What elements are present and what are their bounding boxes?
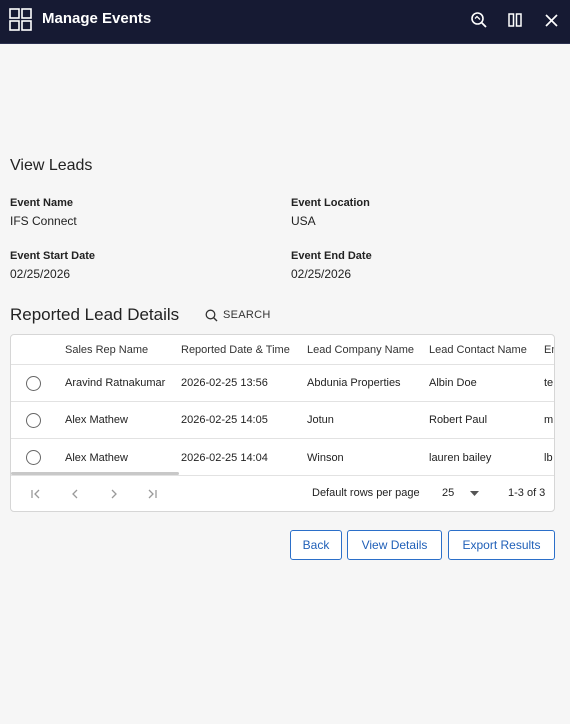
column-header-email[interactable]: Em	[544, 335, 554, 364]
event-end-label: Event End Date	[291, 250, 372, 262]
table-header-row: Sales Rep Name Reported Date & Time Lead…	[11, 335, 554, 365]
leads-table-body[interactable]: Sales Rep Name Reported Date & Time Lead…	[11, 335, 554, 475]
cell-email: te	[544, 377, 554, 389]
event-name-value: IFS Connect	[10, 214, 77, 228]
row-select-radio[interactable]	[26, 412, 41, 428]
cell-sales-rep: Alex Mathew	[65, 414, 128, 426]
rows-per-page-select[interactable]: 25	[442, 487, 454, 499]
row-select-radio[interactable]	[26, 375, 41, 391]
last-page-button[interactable]	[144, 486, 160, 502]
cell-email: lb	[544, 451, 553, 464]
window-title: Manage Events	[42, 10, 152, 27]
view-leads-title: View Leads	[10, 157, 93, 174]
cell-reported-date: 2026-02-25 14:04	[181, 451, 268, 464]
caret-down-icon[interactable]	[470, 491, 479, 497]
table-row[interactable]: Alex Mathew 2026-02-25 14:04 Winson laur…	[11, 439, 554, 475]
prev-page-icon	[72, 489, 78, 499]
rows-per-page-label: Default rows per page	[312, 487, 420, 499]
cell-reported-date: 2026-02-25 14:05	[181, 414, 268, 426]
table-row[interactable]: Alex Mathew 2026-02-25 14:05 Jotun Rober…	[11, 402, 554, 439]
cell-lead-contact: lauren bailey	[429, 451, 492, 464]
cell-reported-date: 2026-02-25 13:56	[181, 377, 268, 389]
search-button[interactable]: SEARCH	[205, 307, 271, 323]
cell-lead-contact: Albin Doe	[429, 377, 477, 389]
column-header-sales-rep[interactable]: Sales Rep Name	[65, 335, 148, 364]
table-row[interactable]: Aravind Ratnakumar 2026-02-25 13:56 Abdu…	[11, 365, 554, 402]
zoom-inspect-icon	[471, 12, 487, 28]
last-page-icon	[148, 489, 157, 499]
close-icon	[544, 13, 558, 27]
cell-sales-rep: Alex Mathew	[65, 451, 128, 464]
event-location-label: Event Location	[291, 197, 370, 209]
cell-lead-company: Winson	[307, 451, 344, 464]
cell-lead-company: Jotun	[307, 414, 334, 426]
title-bar: Manage Events	[0, 0, 570, 44]
search-label: SEARCH	[223, 309, 271, 321]
cell-lead-contact: Robert Paul	[429, 414, 488, 426]
page-range: 1-3 of 3	[508, 487, 546, 499]
next-page-button[interactable]	[106, 486, 122, 502]
event-name-label: Event Name	[10, 197, 73, 209]
next-page-icon	[111, 489, 117, 499]
row-select-radio[interactable]	[26, 450, 41, 465]
view-details-button[interactable]: View Details	[347, 530, 442, 560]
first-page-icon	[31, 489, 40, 499]
leads-table: Sales Rep Name Reported Date & Time Lead…	[10, 334, 555, 512]
cell-sales-rep: Aravind Ratnakumar	[65, 377, 166, 389]
reported-lead-details-title: Reported Lead Details	[10, 305, 180, 324]
close-button[interactable]	[541, 10, 561, 30]
column-header-reported-date[interactable]: Reported Date & Time	[181, 335, 290, 364]
back-button[interactable]: Back	[290, 530, 342, 560]
event-start-value: 02/25/2026	[10, 267, 71, 281]
event-end-value: 02/25/2026	[291, 267, 352, 281]
column-header-lead-contact[interactable]: Lead Contact Name	[429, 335, 527, 364]
first-page-button[interactable]	[28, 486, 44, 502]
column-header-lead-company[interactable]: Lead Company Name	[307, 335, 414, 364]
split-view-button[interactable]	[505, 10, 525, 30]
cell-email: m	[544, 414, 554, 426]
export-results-button[interactable]: Export Results	[448, 530, 555, 560]
prev-page-button[interactable]	[67, 486, 83, 502]
event-location-value: USA	[291, 214, 316, 228]
grid-apps-icon[interactable]	[9, 8, 32, 31]
search-icon	[205, 309, 218, 321]
inspect-button[interactable]	[469, 10, 489, 30]
table-pager: Default rows per page 25 1-3 of 3	[11, 475, 554, 511]
rows-per-page-value: 25	[442, 487, 455, 499]
event-start-label: Event Start Date	[10, 250, 95, 262]
split-view-icon	[508, 13, 522, 27]
cell-lead-company: Abdunia Properties	[307, 377, 401, 389]
